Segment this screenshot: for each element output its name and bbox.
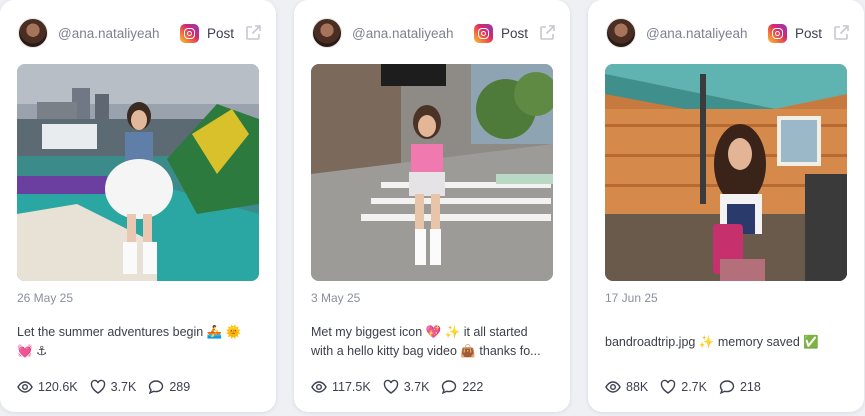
caption-line: with a hello kitty bag video 👜 thanks fo… [311, 344, 541, 358]
post-card[interactable]: @ana.nataliyeah Post [588, 0, 864, 412]
comment-icon [149, 380, 164, 395]
comments-stat: 222 [441, 379, 483, 395]
comment-icon [442, 380, 457, 395]
post-card[interactable]: @ana.nataliyeah Post [294, 0, 570, 412]
likes-stat: 3.7K [383, 379, 430, 395]
views-count: 88K [626, 380, 649, 394]
post-card[interactable]: @ana.nataliyeah Post [0, 0, 276, 412]
post-image[interactable] [17, 64, 259, 281]
post-date: 26 May 25 [17, 291, 74, 305]
post-type-label: Post [794, 25, 822, 41]
post-date: 3 May 25 [311, 291, 361, 305]
post-type-label: Post [206, 25, 234, 41]
username[interactable]: @ana.nataliyeah [352, 26, 474, 41]
avatar[interactable] [312, 18, 342, 48]
views-stat: 88K [605, 379, 648, 395]
eye-icon [17, 381, 33, 393]
post-caption: bandroadtrip.jpg ✨ memory saved ✅ [605, 333, 844, 352]
external-link-icon[interactable] [538, 24, 556, 42]
post-image[interactable] [605, 64, 847, 281]
comments-count: 289 [169, 380, 191, 394]
card-header: @ana.nataliyeah Post [312, 17, 556, 49]
card-header: @ana.nataliyeah Post [606, 17, 850, 49]
post-image[interactable] [311, 64, 553, 281]
likes-stat: 3.7K [90, 379, 137, 395]
username[interactable]: @ana.nataliyeah [58, 26, 180, 41]
post-date: 17 Jun 25 [605, 291, 658, 305]
likes-stat: 2.7K [660, 379, 707, 395]
caption-line: Let the summer adventures begin 🚣 🌞 [17, 325, 242, 339]
views-stat: 117.5K [311, 379, 371, 395]
caption-line: 💓 ⚓ [17, 344, 48, 358]
likes-count: 3.7K [403, 380, 430, 394]
caption-line: Met my biggest icon 💖 ✨ it all started [311, 325, 528, 339]
instagram-icon [473, 23, 493, 43]
likes-count: 3.7K [110, 380, 137, 394]
views-count: 120.6K [38, 380, 78, 394]
views-stat: 120.6K [17, 379, 78, 395]
instagram-icon [767, 23, 787, 43]
heart-icon [383, 379, 398, 394]
external-link-icon[interactable] [832, 24, 850, 42]
comments-stat: 289 [148, 379, 190, 395]
heart-icon [90, 379, 105, 394]
username[interactable]: @ana.nataliyeah [646, 26, 768, 41]
post-stats: 88K 2.7K 218 [605, 378, 854, 396]
card-header: @ana.nataliyeah Post [18, 17, 262, 49]
external-link-icon[interactable] [244, 24, 262, 42]
post-stats: 120.6K 3.7K 289 [17, 378, 266, 396]
eye-icon [605, 381, 621, 393]
instagram-icon [179, 23, 199, 43]
post-caption: Let the summer adventures begin 🚣 🌞 💓 ⚓ [17, 323, 256, 361]
comments-count: 222 [462, 380, 484, 394]
eye-icon [311, 381, 327, 393]
likes-count: 2.7K [681, 380, 707, 394]
post-type-label: Post [500, 25, 528, 41]
post-stats: 117.5K 3.7K 222 [311, 378, 560, 396]
comment-icon [719, 380, 735, 395]
comments-stat: 218 [719, 379, 761, 395]
caption-line: bandroadtrip.jpg ✨ memory saved ✅ [605, 335, 819, 349]
comments-count: 218 [739, 380, 761, 394]
heart-icon [661, 379, 676, 394]
avatar[interactable] [18, 18, 48, 48]
post-caption: Met my biggest icon 💖 ✨ it all started w… [311, 323, 550, 361]
views-count: 117.5K [332, 380, 371, 394]
avatar[interactable] [606, 18, 636, 48]
